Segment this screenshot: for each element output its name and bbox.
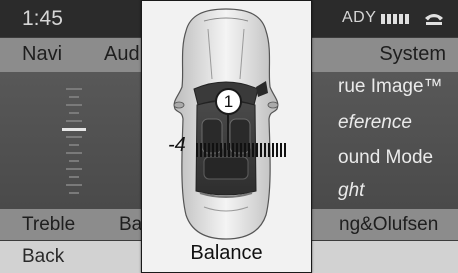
- menu-item-system[interactable]: System: [379, 43, 446, 66]
- list-item-reference[interactable]: eference: [338, 112, 412, 134]
- balance-value: -4: [168, 134, 186, 156]
- head-unit-screen: 1:45 ADY Navi Aud System rue Image™ efer…: [0, 0, 458, 273]
- status-text: ADY: [342, 9, 377, 26]
- phone-icon: [425, 14, 443, 25]
- menu-item-navi[interactable]: Navi: [22, 43, 62, 66]
- callout-number: 1: [215, 88, 242, 115]
- list-item-light[interactable]: ght: [338, 180, 364, 202]
- menu-item-treble[interactable]: Treble: [22, 214, 75, 236]
- sound-menu-list: rue Image™ eference ound Mode ght: [338, 72, 458, 209]
- balance-title: Balance: [190, 242, 263, 264]
- treble-slider[interactable]: [62, 86, 86, 200]
- list-item-sound-mode[interactable]: ound Mode: [338, 147, 433, 169]
- menu-item-bass[interactable]: Ba: [119, 214, 142, 236]
- list-item-true-image[interactable]: rue Image™: [338, 76, 443, 98]
- callout-leader-line: [227, 114, 229, 150]
- menu-item-bang-olufsen[interactable]: ng&Olufsen: [339, 214, 438, 236]
- balance-scale[interactable]: [196, 143, 288, 157]
- slider-current-marker: [62, 128, 86, 131]
- back-button[interactable]: Back: [22, 246, 64, 268]
- menu-item-audio[interactable]: Aud: [104, 43, 140, 66]
- signal-strength-icon: [381, 14, 409, 24]
- clock: 1:45: [22, 7, 63, 30]
